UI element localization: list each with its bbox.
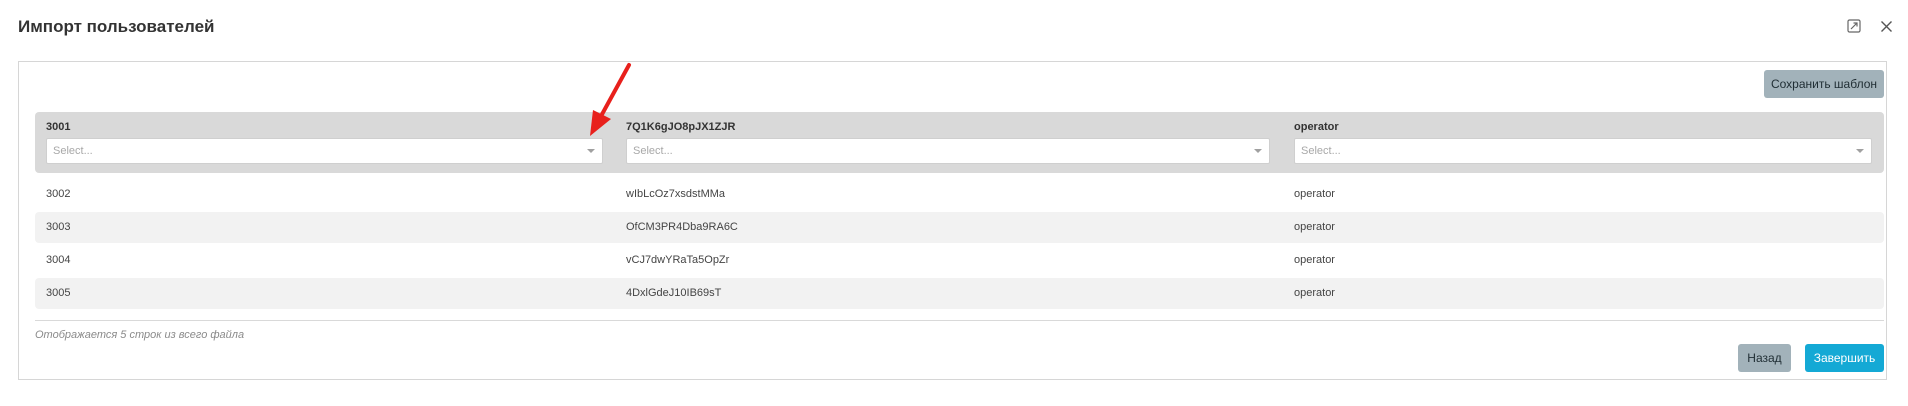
table-row: 3005 4DxlGdeJ10IB69sT operator	[35, 278, 1884, 309]
close-button[interactable]	[1877, 17, 1895, 35]
table-row: 3003 OfCM3PR4Dba9RA6C operator	[35, 212, 1884, 243]
column-mapping-row: 3001 Select... 7Q1K6gJO8pJX1ZJR Select..…	[35, 112, 1884, 173]
column-select-1[interactable]: Select...	[46, 138, 603, 164]
expand-icon	[1847, 19, 1861, 33]
table-row: 3002 wIbLcOz7xsdstMMa operator	[35, 179, 1884, 210]
table-cell: operator	[1294, 287, 1335, 299]
chevron-down-icon	[1856, 149, 1864, 153]
table-cell: 4DxlGdeJ10IB69sT	[626, 287, 722, 299]
table-cell: 3004	[46, 254, 71, 266]
table-cell: operator	[1294, 221, 1335, 233]
column-select-2[interactable]: Select...	[626, 138, 1270, 164]
chevron-down-icon	[1254, 149, 1262, 153]
chevron-down-icon	[587, 149, 595, 153]
table-cell: vCJ7dwYRaTa5OpZr	[626, 254, 730, 266]
import-panel: Сохранить шаблон 3001 Select... 7Q1K6gJO…	[18, 61, 1887, 380]
column-header: 7Q1K6gJO8pJX1ZJR	[626, 121, 736, 133]
column-select-3[interactable]: Select...	[1294, 138, 1872, 164]
back-button[interactable]: Назад	[1738, 344, 1791, 372]
table-cell: operator	[1294, 254, 1335, 266]
select-placeholder: Select...	[1301, 145, 1341, 157]
rows-shown-note: Отображается 5 строк из всего файла	[35, 329, 245, 341]
dialog-title: Импорт пользователей	[18, 17, 215, 36]
table-cell: wIbLcOz7xsdstMMa	[626, 188, 726, 200]
column-header: 3001	[46, 121, 71, 133]
table-cell: operator	[1294, 188, 1335, 200]
import-users-dialog: Импорт пользователей Сохранить шаблон 30…	[0, 0, 1908, 406]
table-cell: 3003	[46, 221, 71, 233]
table-row: 3004 vCJ7dwYRaTa5OpZr operator	[35, 245, 1884, 276]
select-placeholder: Select...	[53, 145, 93, 157]
table-cell: OfCM3PR4Dba9RA6C	[626, 221, 738, 233]
divider	[35, 320, 1884, 321]
save-template-button[interactable]: Сохранить шаблон	[1764, 70, 1884, 98]
finish-button[interactable]: Завершить	[1805, 344, 1884, 372]
table-cell: 3002	[46, 188, 71, 200]
table-cell: 3005	[46, 287, 71, 299]
expand-button[interactable]	[1845, 17, 1863, 35]
column-header: operator	[1294, 121, 1339, 133]
select-placeholder: Select...	[633, 145, 673, 157]
close-icon	[1880, 20, 1892, 32]
